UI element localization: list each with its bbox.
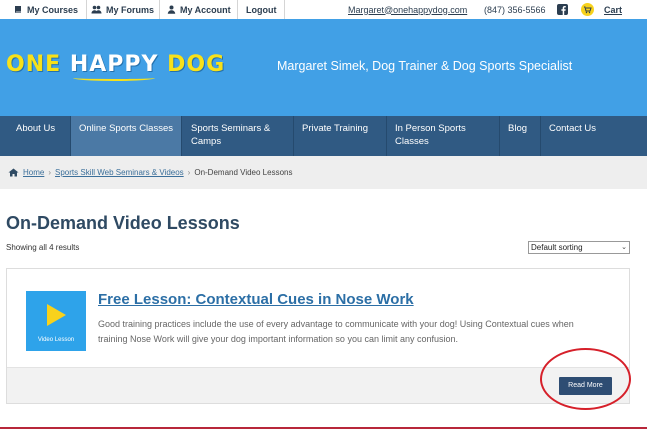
play-icon: [47, 304, 66, 326]
email-link[interactable]: Margaret@onehappydog.com: [348, 0, 467, 19]
page-title: On-Demand Video Lessons: [6, 213, 240, 233]
topbar-divider: [284, 0, 285, 19]
my-account-label: My Account: [180, 4, 231, 15]
nav-item-sports-seminars-camps[interactable]: Sports Seminars & Camps: [183, 116, 293, 156]
site-tagline: Margaret Simek, Dog Trainer & Dog Sports…: [277, 59, 573, 73]
home-icon[interactable]: [8, 168, 19, 177]
cart-icon: [581, 3, 594, 16]
cart-label: Cart: [604, 4, 623, 15]
my-courses-link[interactable]: My Courses: [14, 0, 78, 19]
sort-select-value: Default sorting: [531, 243, 583, 252]
phone-number: (847) 356-5566: [484, 4, 546, 15]
chevron-right-icon: ›: [48, 168, 52, 177]
cart-link[interactable]: Cart: [581, 0, 622, 19]
site-header: ONE HAPPY DOG Margaret Simek, Dog Traine…: [0, 19, 647, 116]
logout-link[interactable]: Logout: [246, 0, 277, 19]
breadcrumb: Home › Sports Skill Web Seminars & Video…: [0, 156, 647, 189]
my-account-link[interactable]: My Account: [167, 0, 231, 19]
product-thumbnail[interactable]: Video Lesson: [26, 291, 86, 351]
breadcrumb-parent-link[interactable]: Sports Skill Web Seminars & Videos: [55, 168, 184, 177]
nav-item-in-person-sports-classes[interactable]: In Person Sports Classes: [387, 116, 499, 156]
my-forums-label: My Forums: [106, 4, 155, 15]
chevron-down-icon: ⌄: [621, 244, 627, 251]
my-forums-link[interactable]: My Forums: [91, 0, 154, 19]
logo-word-one: ONE: [6, 52, 62, 77]
product-title-link[interactable]: Free Lesson: Contextual Cues in Nose Wor…: [98, 291, 414, 308]
product-card: Video Lesson Free Lesson: Contextual Cue…: [6, 268, 630, 404]
thumbnail-label: Video Lesson: [37, 337, 75, 343]
book-icon: [15, 6, 21, 13]
topbar-divider: [237, 0, 238, 19]
nav-item-about-us[interactable]: About Us: [8, 116, 74, 156]
logo-word-dog: DOG: [167, 52, 226, 77]
product-description: Good training practices include the use …: [98, 319, 574, 344]
nav-divider: [181, 116, 182, 156]
logo-smile-mark: [72, 75, 156, 81]
site-logo[interactable]: ONE HAPPY DOG: [6, 52, 226, 81]
top-utility-bar: My Courses My Forums My Account Logout M…: [0, 0, 647, 19]
facebook-icon: [557, 4, 568, 15]
result-count: Showing all 4 results: [6, 243, 80, 252]
facebook-link[interactable]: [557, 0, 568, 19]
chevron-right-icon: ›: [187, 168, 191, 177]
annotation-circle: [540, 348, 631, 410]
topbar-divider: [86, 0, 87, 19]
users-icon: [91, 5, 102, 14]
breadcrumb-home-link[interactable]: Home: [23, 168, 44, 177]
nav-item-private-training[interactable]: Private Training: [294, 116, 386, 156]
user-icon: [167, 5, 176, 14]
nav-item-blog[interactable]: Blog: [500, 116, 540, 156]
main-navigation: About Us Online Sports Classes Sports Se…: [0, 116, 647, 156]
logout-label: Logout: [246, 4, 277, 15]
nav-item-online-sports-classes[interactable]: Online Sports Classes: [71, 116, 181, 156]
my-courses-label: My Courses: [27, 4, 79, 15]
logo-word-happy: HAPPY: [69, 52, 159, 77]
sort-select[interactable]: Default sorting ⌄: [528, 241, 630, 254]
product-card-footer: [7, 367, 629, 403]
topbar-divider: [159, 0, 160, 19]
breadcrumb-current: On-Demand Video Lessons: [194, 168, 293, 177]
nav-item-contact-us[interactable]: Contact Us: [541, 116, 621, 156]
